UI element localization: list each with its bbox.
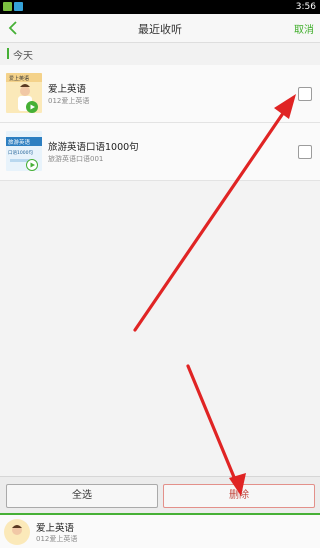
status-time: 3:56 (295, 2, 316, 12)
item-subtitle: 旅游英语口语001 (48, 155, 104, 163)
recent-list: 爱上英语 爱上英语 012爱上英语 旅游英语 口语1000句 旅游英语口语100… (0, 65, 320, 181)
action-bar: 全选 删除 (0, 476, 320, 513)
delete-button[interactable]: 删除 (163, 484, 315, 508)
cover-text: 旅游英语 (8, 138, 31, 146)
cancel-button[interactable]: 取消 (294, 21, 314, 36)
play-icon[interactable] (26, 101, 38, 113)
item-title: 爱上英语 (48, 84, 87, 95)
section-header: 今天 (0, 43, 320, 65)
section-label: 今天 (13, 51, 33, 62)
list-item[interactable]: 爱上英语 爱上英语 012爱上英语 (0, 65, 320, 123)
item-checkbox[interactable] (298, 87, 312, 101)
annotation-arrow-2 (186, 364, 238, 484)
page-title: 最近收听 (138, 23, 182, 36)
section-marker (7, 48, 9, 59)
cover-subtext: 口语1000句 (8, 149, 33, 156)
item-subtitle: 012爱上英语 (48, 97, 90, 105)
player-subtitle: 012爱上英语 (36, 535, 78, 543)
mini-player[interactable]: 爱上英语 012爱上英语 (0, 513, 320, 548)
item-title: 旅游英语口语1000句 (48, 142, 139, 153)
notification-icon (3, 2, 12, 11)
nav-bar: 最近收听 取消 (0, 14, 320, 43)
status-bar: 3:56 (0, 0, 320, 14)
play-icon[interactable] (26, 159, 38, 171)
item-checkbox[interactable] (298, 145, 312, 159)
select-all-button[interactable]: 全选 (6, 484, 158, 508)
app-icon (14, 2, 23, 11)
list-item[interactable]: 旅游英语 口语1000句 旅游英语口语1000句 旅游英语口语001 (0, 123, 320, 181)
player-cover-image (4, 519, 30, 545)
player-title: 爱上英语 (36, 523, 75, 534)
cover-text: 爱上英语 (9, 75, 29, 82)
